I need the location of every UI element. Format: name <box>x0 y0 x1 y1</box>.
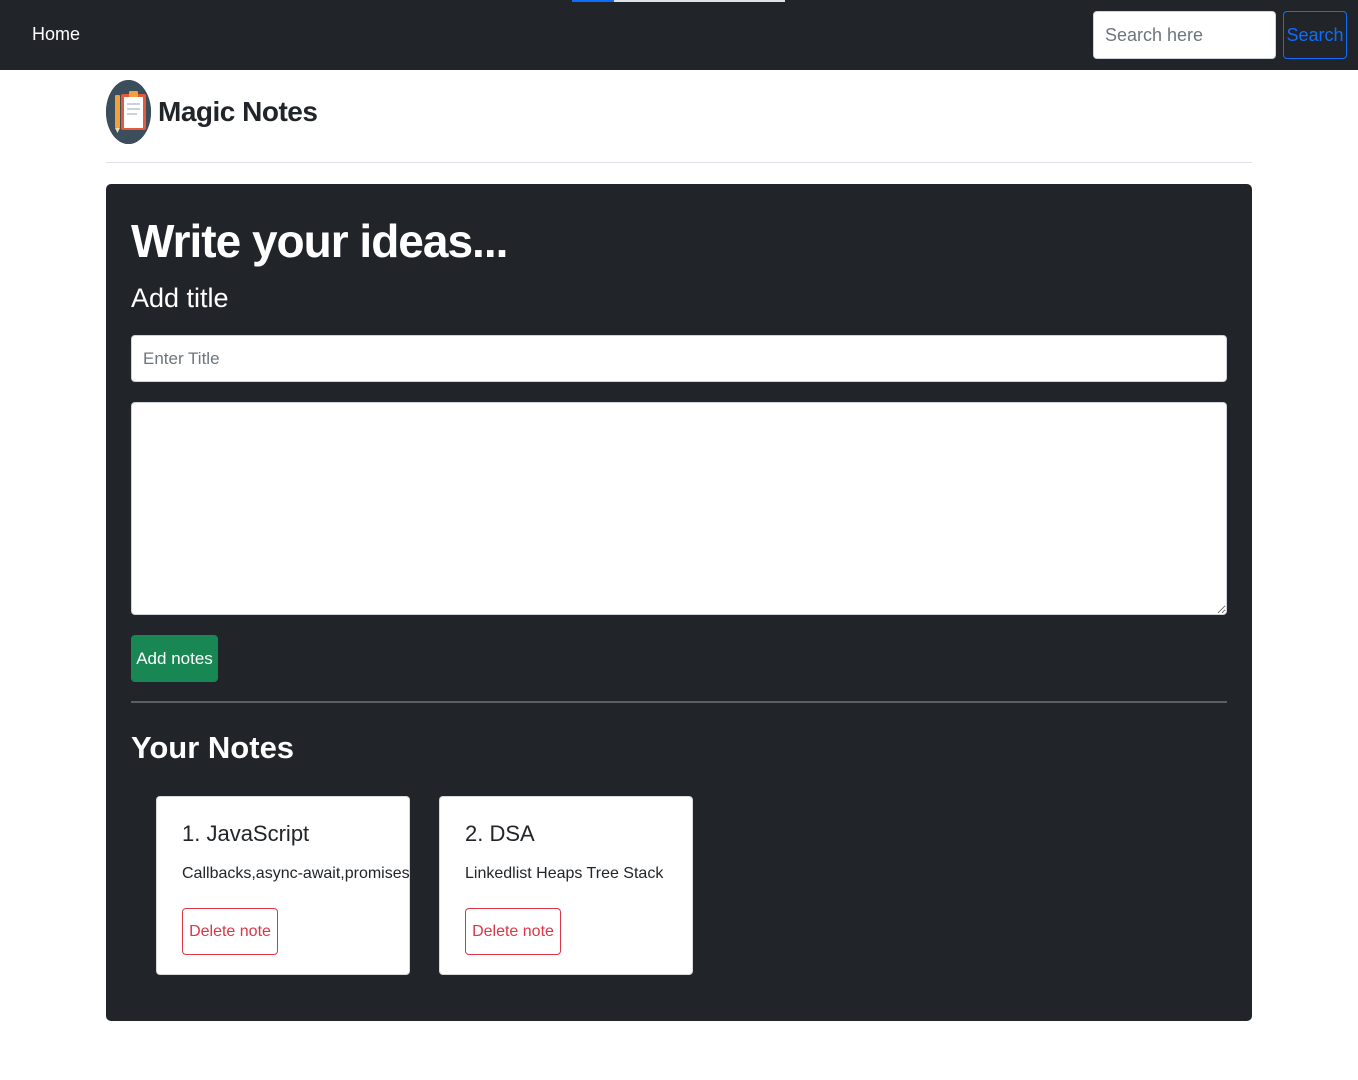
note-card: 2. DSA Linkedlist Heaps Tree Stack Delet… <box>439 796 693 975</box>
brand-divider <box>106 162 1252 163</box>
delete-note-button[interactable]: Delete note <box>465 908 561 955</box>
title-input[interactable] <box>131 335 1227 382</box>
section-divider <box>131 701 1227 703</box>
note-textarea[interactable] <box>131 402 1227 615</box>
nav-accent-bar <box>572 0 614 2</box>
clipboard-icon <box>106 80 151 144</box>
note-text: Linkedlist Heaps Tree Stack <box>465 865 664 882</box>
nav-accent-bar-secondary <box>614 0 785 2</box>
delete-note-button[interactable]: Delete note <box>182 908 278 955</box>
search-button[interactable]: Search <box>1283 11 1347 59</box>
nav-home-link[interactable]: Home <box>32 24 80 45</box>
top-navbar: Home Search <box>0 0 1358 70</box>
your-notes-heading: Your Notes <box>131 730 295 765</box>
page-heading: Write your ideas... <box>131 215 508 267</box>
notes-panel: Write your ideas... Add title Add notes … <box>106 184 1252 1021</box>
brand-title: Magic Notes <box>158 96 318 127</box>
note-title: 1. JavaScript <box>182 821 310 846</box>
search-input[interactable] <box>1093 11 1276 59</box>
note-card: 1. JavaScript Callbacks,async-await,prom… <box>156 796 410 975</box>
add-notes-button[interactable]: Add notes <box>131 635 218 682</box>
note-text: Callbacks,async-await,promises <box>182 865 410 882</box>
note-title: 2. DSA <box>465 821 535 846</box>
add-title-label: Add title <box>131 283 229 313</box>
